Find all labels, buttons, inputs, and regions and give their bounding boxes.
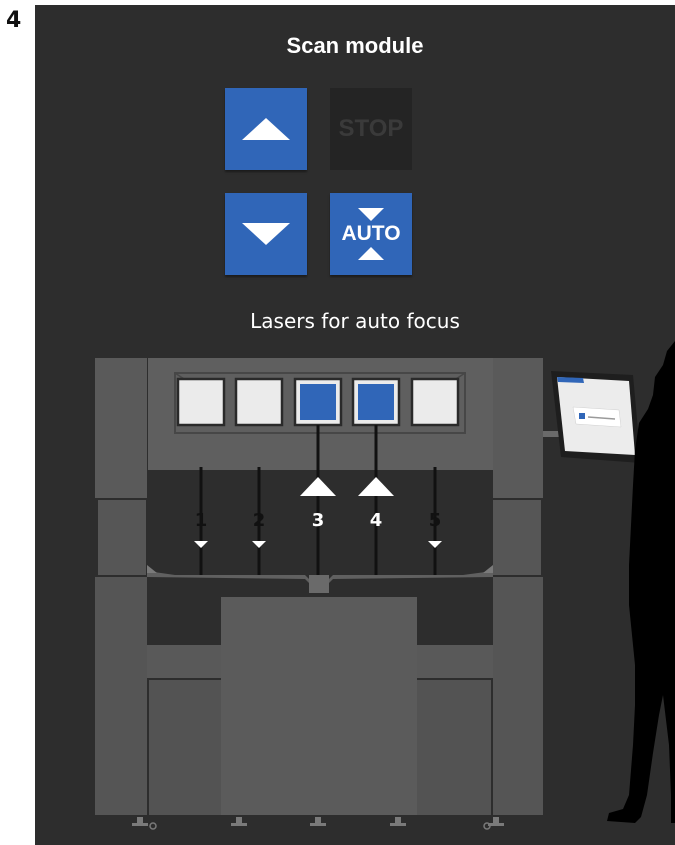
right-column-mid bbox=[493, 500, 541, 575]
laser-4-up-arrow-icon bbox=[358, 477, 394, 496]
laser-label-5: 5 bbox=[429, 510, 442, 531]
left-column-mid bbox=[98, 500, 146, 575]
laser-label-1: 1 bbox=[195, 510, 208, 531]
laser-1-down-arrow-icon bbox=[194, 541, 208, 548]
laser-5-down-arrow-icon bbox=[428, 541, 442, 548]
machine-feet bbox=[132, 817, 504, 826]
laser-label-4: 4 bbox=[370, 510, 383, 531]
left-lower-panel bbox=[149, 680, 221, 815]
step-number: 4 bbox=[6, 8, 22, 33]
monitor-arm bbox=[543, 431, 559, 437]
center-book-cradle bbox=[221, 597, 417, 815]
laser-3-up-arrow-icon bbox=[300, 477, 336, 496]
laser-indicator-squares bbox=[176, 377, 460, 427]
laser-square-1 bbox=[176, 377, 226, 427]
left-side-ledge bbox=[147, 645, 222, 678]
laser-label-3: 3 bbox=[312, 510, 325, 531]
scan-module-panel: Scan module STOP AUTO Lasers for auto fo… bbox=[35, 5, 675, 845]
left-column-bottom bbox=[95, 577, 147, 815]
laser-label-2: 2 bbox=[253, 510, 266, 531]
scanner-machine-diagram: 1 2 3 4 5 bbox=[95, 341, 675, 830]
laser-square-2 bbox=[234, 377, 284, 427]
touch-screen-monitor bbox=[551, 371, 641, 463]
right-lower-panel bbox=[417, 680, 491, 815]
plate-center-hinge bbox=[309, 575, 329, 593]
right-side-ledge bbox=[416, 645, 493, 678]
right-column-bottom bbox=[493, 577, 543, 815]
laser-2-down-arrow-icon bbox=[252, 541, 266, 548]
left-column-top bbox=[95, 358, 147, 498]
right-column-top bbox=[493, 358, 543, 498]
laser-square-5 bbox=[410, 377, 460, 427]
